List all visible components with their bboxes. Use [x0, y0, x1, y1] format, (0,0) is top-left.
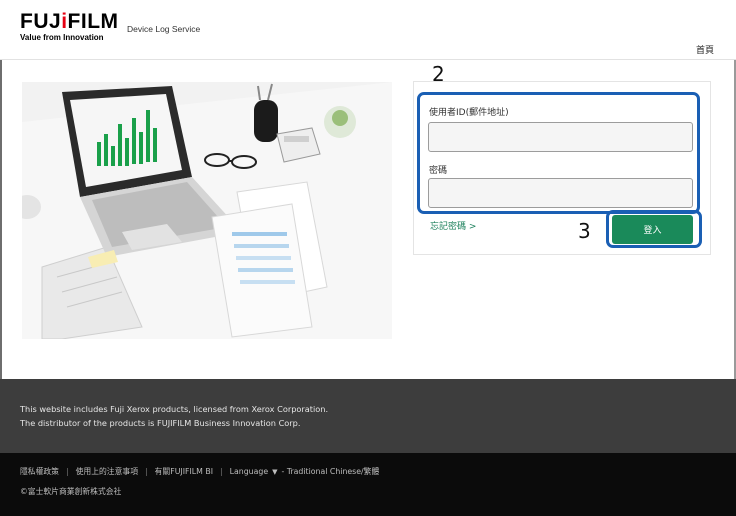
terms-of-use-link[interactable]: 使用上的注意事項: [76, 466, 138, 477]
plant-icon: [324, 106, 356, 138]
disclaimer-line-2: The distributor of the products is FUJIF…: [20, 418, 301, 428]
step-number-login: 3: [578, 219, 591, 243]
triangle-down-icon: ▼: [272, 468, 278, 476]
language-label: Language: [229, 467, 269, 476]
footer-separator: |: [145, 467, 148, 476]
hero-image: [22, 82, 392, 339]
chevron-right-icon: >: [468, 222, 477, 232]
login-button[interactable]: 登入: [612, 215, 693, 244]
home-link[interactable]: 首頁: [696, 43, 714, 56]
language-selector[interactable]: Language ▼ - Traditional Chinese/繁體: [230, 466, 380, 477]
footer-separator: |: [220, 467, 223, 476]
user-id-label: 使用者ID(郵件地址): [429, 108, 509, 118]
forgot-password-link[interactable]: 忘記密碼 >: [430, 219, 476, 232]
desk-illustration: [22, 82, 392, 339]
disclaimer-line-1: This website includes Fuji Xerox product…: [20, 404, 329, 414]
language-value: - Traditional Chinese/繁體: [281, 467, 380, 476]
footer-disclaimer: This website includes Fuji Xerox product…: [20, 402, 328, 430]
footer-links-area: [0, 453, 736, 516]
footer-links: 隱私權政策 | 使用上的注意事項 | 有關FUJIFILM BI | Langu…: [20, 466, 379, 477]
step-number-fields: 2: [432, 62, 445, 86]
privacy-policy-link[interactable]: 隱私權政策: [20, 466, 59, 477]
password-input[interactable]: [428, 178, 693, 208]
logo-tagline: Value from Innovation: [20, 33, 104, 42]
forgot-password-text: 忘記密碼: [430, 222, 467, 232]
password-label: 密碼: [429, 166, 448, 176]
footer-separator: |: [65, 467, 69, 476]
site-header: FUJiFILM Value from Innovation Device Lo…: [0, 0, 736, 60]
logo-wordmark: FUJiFILM: [20, 10, 119, 33]
user-id-input[interactable]: [428, 122, 693, 152]
service-name: Device Log Service: [127, 24, 201, 34]
about-fujifilm-bi-link[interactable]: 有關FUJIFILM BI: [155, 466, 213, 477]
fujifilm-logo[interactable]: FUJiFILM Value from Innovation: [20, 11, 119, 42]
copyright-text: ©富士軟片商業創新株式会社: [20, 487, 122, 496]
